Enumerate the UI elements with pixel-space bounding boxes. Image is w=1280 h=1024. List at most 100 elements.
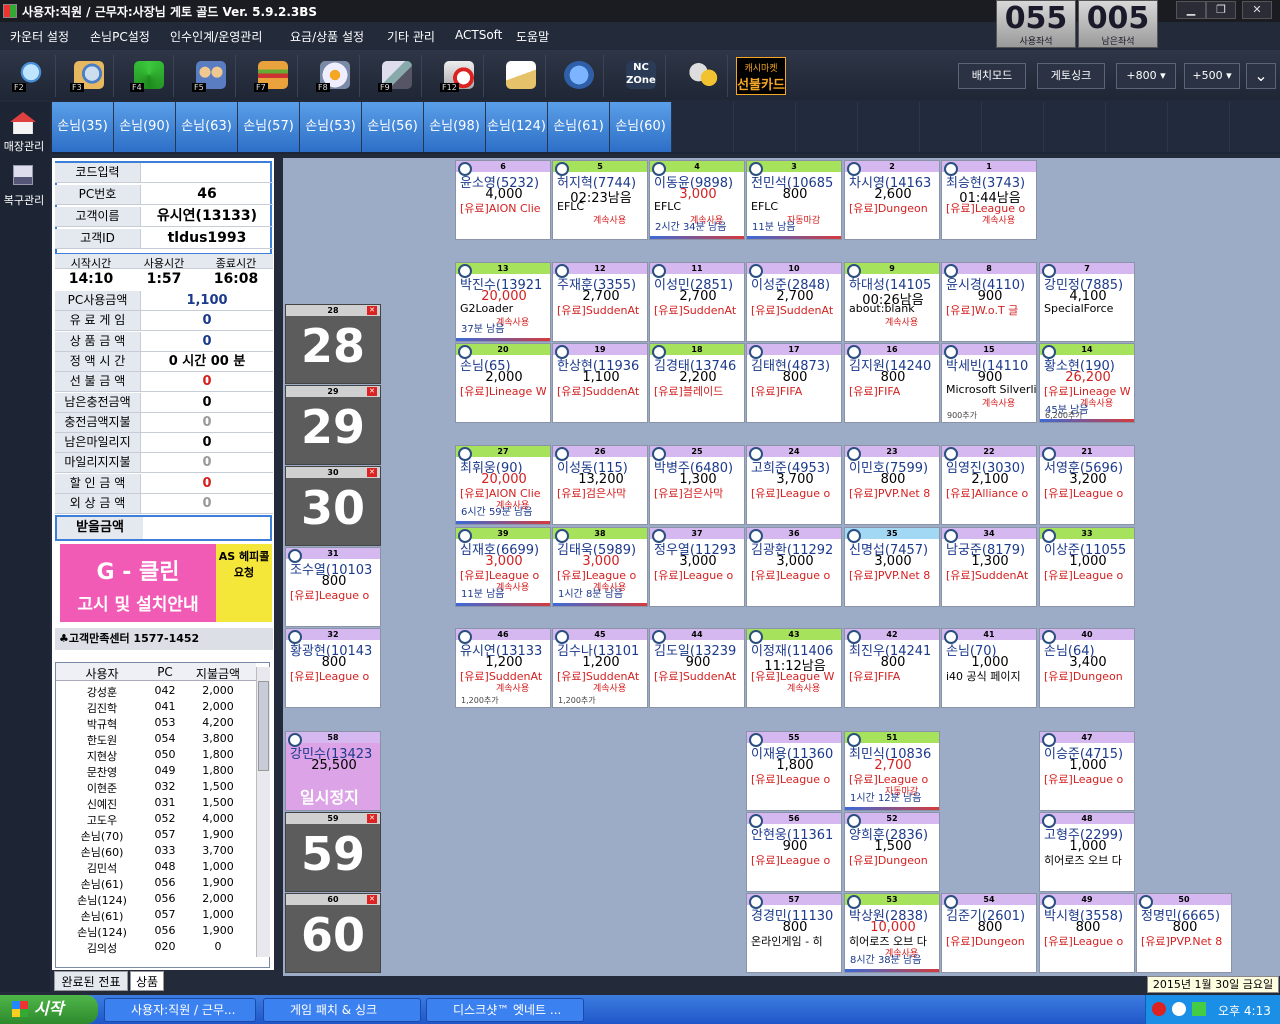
f9-screens-button[interactable]: F9 xyxy=(370,55,422,97)
close-button[interactable]: ✕ xyxy=(1242,1,1272,19)
maximize-button[interactable]: ❐ xyxy=(1206,1,1236,19)
seat-56[interactable]: 56 안현웅(11361 900 [유료]League o xyxy=(746,812,842,892)
table-row[interactable]: 강성훈 042 2,000 xyxy=(56,683,256,699)
seat-7[interactable]: 7 강민정(7885) 4,100 SpecialForce xyxy=(1039,262,1135,342)
table-row[interactable]: 지현상 050 1,800 xyxy=(56,747,256,763)
seat-39[interactable]: 39 심재호(6699) 3,000 [유료]League o 계속사용 11분 남음 xyxy=(455,527,551,607)
seat-21[interactable]: 21 서영훈(5696) 3,200 [유료]League o xyxy=(1039,445,1135,525)
seat-29-empty[interactable]: 29 ✕ 29 xyxy=(285,385,381,465)
seat-44[interactable]: 44 김도일(13239 900 [유료]SuddenAt xyxy=(649,628,745,708)
geto-sync-button[interactable]: 게토싱크 xyxy=(1037,63,1105,89)
seat-9[interactable]: 9 하대성(14105 00:26남음 about:blank 계속사용 xyxy=(844,262,940,342)
seat-35[interactable]: 35 신명섭(7457) 3,000 [유료]PVP.Net 8 xyxy=(844,527,940,607)
seat-31[interactable]: 31 조수열(10103 800 [유료]League o xyxy=(285,547,381,627)
seat-15[interactable]: 15 박세빈(14110 900 Microsoft Silverlig 계속사용 900… xyxy=(941,343,1037,423)
seat-47[interactable]: 47 이승준(4715) 1,000 [유료]League o xyxy=(1039,731,1135,811)
menu-actsoft[interactable]: ACTSoft xyxy=(455,28,502,42)
task-geto-counter[interactable]: 사용자:직원 / 근무... xyxy=(104,998,256,1022)
close-icon[interactable]: ✕ xyxy=(367,814,377,823)
tab-guest-8[interactable]: 손님(61) xyxy=(548,102,610,152)
collapse-toolbar-button[interactable]: ⌄ xyxy=(1246,63,1276,89)
menu-guest-pc[interactable]: 손님PC설정 xyxy=(90,28,150,45)
seat-13[interactable]: 13 박진수(13921 20,000 G2Loader 계속사용 37분 남음 xyxy=(455,262,551,342)
seat-24[interactable]: 24 고희준(4953) 3,700 [유료]League o xyxy=(746,445,842,525)
seat-16[interactable]: 16 김지원(14240 800 [유료]FIFA xyxy=(844,343,940,423)
tab-guest-0[interactable]: 손님(35) xyxy=(52,102,114,152)
table-row[interactable]: 김민석 048 1,000 xyxy=(56,859,256,875)
f4-refresh-button[interactable]: F4 xyxy=(122,55,174,97)
seat-57[interactable]: 57 경경민(11130 800 온라인게임 - 히 xyxy=(746,893,842,973)
seat-23[interactable]: 23 이민호(7599) 800 [유료]PVP.Net 8 xyxy=(844,445,940,525)
seat-10[interactable]: 10 이성준(2848) 2,700 [유료]SuddenAt xyxy=(746,262,842,342)
seat-48[interactable]: 48 고형주(2299) 1,000 히어로즈 오브 다 xyxy=(1039,812,1135,892)
minimize-button[interactable]: ▁ xyxy=(1176,1,1206,19)
prepaid-card-button[interactable]: 캐시마켓 선불카드 xyxy=(736,57,786,95)
seat-42[interactable]: 42 최진우(14241 800 [유료]FIFA xyxy=(844,628,940,708)
plus-500-select[interactable]: +500 ▾ xyxy=(1184,63,1240,89)
task-game-patch[interactable]: 게임 패치 & 싱크 xyxy=(263,998,421,1022)
seat-55[interactable]: 55 이재용(11360 1,800 [유료]League o xyxy=(746,731,842,811)
seat-33[interactable]: 33 이상준(11055 1,000 [유료]League o xyxy=(1039,527,1135,607)
seat-53[interactable]: 53 박상원(2838) 10,000 히어로즈 오브 다 계속사용 8시간 38분 남음 xyxy=(844,893,940,973)
tray-alert-icon[interactable] xyxy=(1152,1002,1166,1016)
f7-food-button[interactable]: F7 xyxy=(246,55,298,97)
seat-2[interactable]: 2 차시영(14163 2,600 [유료]Dungeon xyxy=(844,160,940,240)
close-icon[interactable]: ✕ xyxy=(367,468,377,477)
table-row[interactable]: 손님(124) 056 2,000 xyxy=(56,891,256,907)
nav-store-manage[interactable]: 매장관리 xyxy=(0,138,48,154)
table-row[interactable]: 고도우 052 4,000 xyxy=(56,811,256,827)
table-row[interactable]: 신예진 031 1,500 xyxy=(56,795,256,811)
tray-expand-icon[interactable] xyxy=(1172,1002,1186,1016)
seat-20[interactable]: 20 손님(65) 2,000 [유료]Lineage W xyxy=(455,343,551,423)
seat-59-empty[interactable]: 59 ✕ 59 xyxy=(285,812,381,892)
seat-52[interactable]: 52 양희훈(2836) 1,500 [유료]Dungeon xyxy=(844,812,940,892)
menu-counter-settings[interactable]: 카운터 설정 xyxy=(10,28,69,45)
tab-products[interactable]: 상품 xyxy=(130,971,164,991)
tab-guest-5[interactable]: 손님(56) xyxy=(362,102,424,152)
seat-11[interactable]: 11 이성민(2851) 2,700 [유료]SuddenAt xyxy=(649,262,745,342)
tab-guest-6[interactable]: 손님(98) xyxy=(424,102,486,152)
seat-30-empty[interactable]: 30 ✕ 30 xyxy=(285,466,381,546)
seat-36[interactable]: 36 김광환(11292 3,000 [유료]League o xyxy=(746,527,842,607)
table-row[interactable]: 박규혁 053 4,200 xyxy=(56,715,256,731)
tab-guest-9[interactable]: 손님(60) xyxy=(610,102,672,152)
seat-50[interactable]: 50 정명민(6665) 800 [유료]PVP.Net 8 xyxy=(1136,893,1232,973)
seat-49[interactable]: 49 박시형(3558) 800 [유료]League o xyxy=(1039,893,1135,973)
seat-27[interactable]: 27 최휘웅(90) 20,000 [유료]AION Clie 계속사용 6시간 59분 … xyxy=(455,445,551,525)
table-row[interactable]: 김진학 041 2,000 xyxy=(56,699,256,715)
seat-26[interactable]: 26 이성동(115) 13,200 [유료]검은사막 xyxy=(552,445,648,525)
f8-pc-power-button[interactable]: F8 xyxy=(308,55,360,97)
seat-28-empty[interactable]: 28 ✕ 28 xyxy=(285,304,381,384)
nc-zone-button[interactable]: NC ZOne xyxy=(614,55,666,97)
seat-18[interactable]: 18 김경태(13746 2,200 [유료]블레이드 xyxy=(649,343,745,423)
g-button[interactable] xyxy=(552,55,604,97)
tab-completed-slips[interactable]: 완료된 전표 xyxy=(54,971,128,991)
task-diskshot[interactable]: 디스크샷™ 엣네트 ... xyxy=(426,998,584,1022)
notice-button[interactable] xyxy=(494,55,546,97)
seat-51[interactable]: 51 최민식(10836 2,700 [유료]League o 자동마감 1시간 12분 … xyxy=(844,731,940,811)
menu-handover[interactable]: 인수인계/운영관리 xyxy=(170,28,262,45)
nav-restore-manage[interactable]: 복구관리 xyxy=(0,192,48,208)
close-icon[interactable]: ✕ xyxy=(367,895,377,904)
seat-14[interactable]: 14 황소현(190) 26,200 [유료]Lineage W 계속사용 45분 남음 6… xyxy=(1039,343,1135,423)
tab-guest-1[interactable]: 손님(90) xyxy=(114,102,176,152)
table-row[interactable]: 한도원 054 3,800 xyxy=(56,731,256,747)
table-row[interactable]: 손님(70) 057 1,900 xyxy=(56,827,256,843)
seat-32[interactable]: 32 황광현(10143 800 [유료]League o xyxy=(285,628,381,708)
tab-guest-4[interactable]: 손님(53) xyxy=(300,102,362,152)
plus-800-select[interactable]: +800 ▾ xyxy=(1116,63,1176,89)
f12-block-button[interactable]: F12 xyxy=(432,55,484,97)
seat-45[interactable]: 45 김수나(13101 1,200 [유료]SuddenAt 계속사용 1,200추가 xyxy=(552,628,648,708)
seat-46[interactable]: 46 유시연(13133 1,200 [유료]SuddenAt 계속사용 1,200추가 xyxy=(455,628,551,708)
table-row[interactable]: 손님(60) 033 3,700 xyxy=(56,843,256,859)
payments-scrollbar[interactable] xyxy=(256,667,270,957)
restore-icon[interactable] xyxy=(13,165,33,185)
f3-user-search-button[interactable]: F3 xyxy=(62,55,114,97)
seat-19[interactable]: 19 한상현(11936 1,100 [유료]SuddenAt xyxy=(552,343,648,423)
menu-help[interactable]: 도움말 xyxy=(516,28,549,45)
seat-40[interactable]: 40 손님(64) 3,400 [유료]Dungeon xyxy=(1039,628,1135,708)
tray-network-icon[interactable] xyxy=(1192,1002,1206,1016)
happy-call-request[interactable]: AS 헤피콜 요청 xyxy=(216,544,272,622)
tab-guest-3[interactable]: 손님(57) xyxy=(238,102,300,152)
table-row[interactable]: 손님(124) 056 1,900 xyxy=(56,923,256,939)
